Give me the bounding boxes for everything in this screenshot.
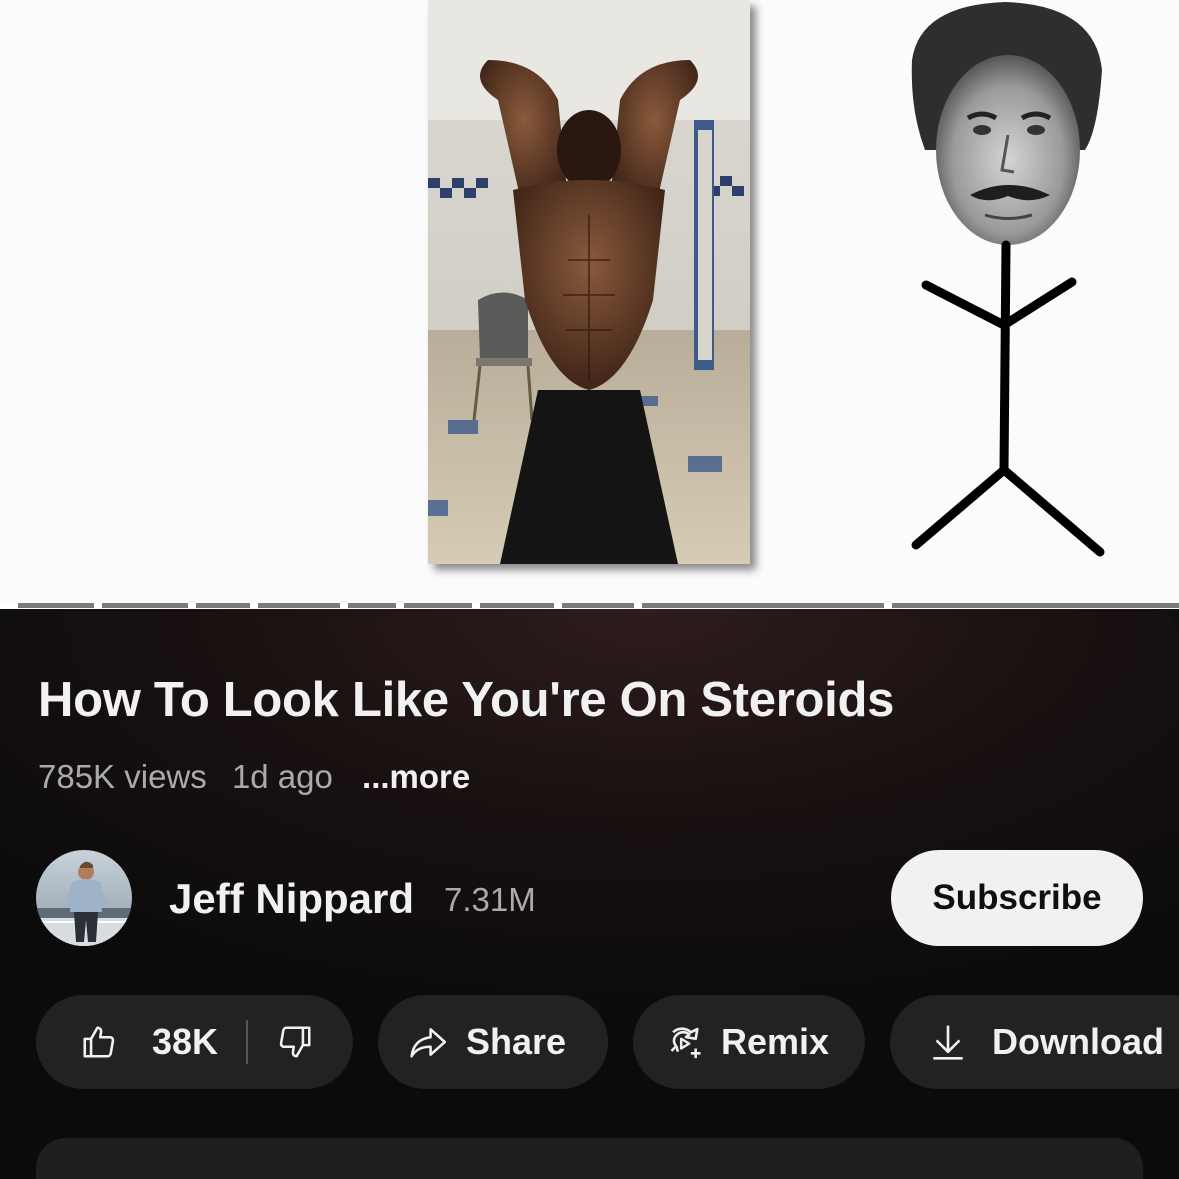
video-title[interactable]: How To Look Like You're On Steroids [38,672,894,728]
view-count: 785K views [38,758,207,795]
chapter-segment[interactable] [892,603,1179,608]
chapter-segment[interactable] [196,603,250,608]
chapter-segment[interactable] [102,603,188,608]
chapter-segment[interactable] [404,603,472,608]
remix-icon [670,1027,701,1059]
thumbs-up-icon [83,1026,115,1058]
youtube-watch-page: How To Look Like You're On Steroids 785K… [0,0,1179,1179]
channel-avatar[interactable] [36,850,132,946]
like-dislike-group: 38K [36,995,353,1089]
thumbs-down-icon [279,1026,311,1058]
chapter-segment[interactable] [642,603,884,608]
share-label: Share [466,1021,567,1062]
chapter-segment[interactable] [18,603,94,608]
video-meta[interactable]: 785K views 1d ago ...more [38,758,486,796]
share-icon [410,1028,447,1058]
chapter-segment[interactable] [258,603,340,608]
remix-label: Remix [721,1021,830,1062]
description-card[interactable] [36,1138,1143,1179]
upload-age: 1d ago [231,758,333,795]
video-player[interactable] [0,0,1179,606]
chapter-segment[interactable] [562,603,634,608]
remix-button[interactable]: Remix [633,995,865,1089]
avatar-image [36,850,132,946]
dislike-button[interactable] [248,995,314,1089]
chapter-segment[interactable] [480,603,554,608]
bodybuilder-photo [428,0,750,564]
subscribe-button[interactable]: Subscribe [891,850,1143,946]
like-count: 38K [152,1021,219,1062]
stick-figure-drawing [911,2,1105,557]
download-icon [933,1025,963,1060]
channel-name[interactable]: Jeff Nippard [169,875,414,923]
download-label: Download [992,1021,1164,1062]
subscriber-count: 7.31M [444,881,536,918]
download-button[interactable]: Download [890,995,1179,1089]
share-button[interactable]: Share [378,995,608,1089]
more-link[interactable]: ...more [362,758,470,795]
like-button[interactable]: 38K [36,995,218,1089]
chapter-segment[interactable] [348,603,396,608]
